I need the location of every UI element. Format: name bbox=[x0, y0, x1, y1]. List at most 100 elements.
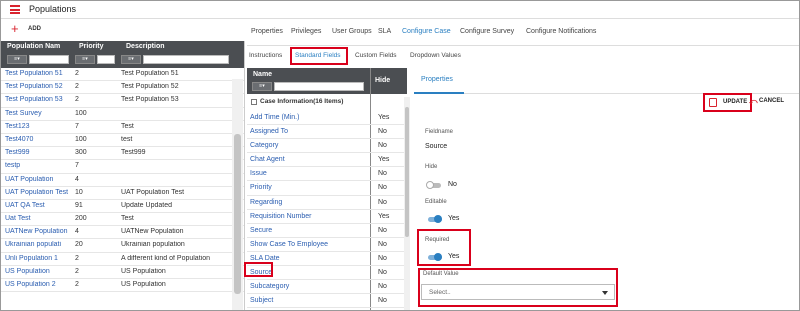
field-hide-cell: No bbox=[378, 240, 387, 248]
field-row[interactable]: Subcategory No bbox=[247, 280, 405, 295]
table-row[interactable]: Test999 300 Test999 bbox=[1, 147, 244, 161]
table-row[interactable]: Uat Test 200 Test bbox=[1, 213, 244, 227]
collapse-checkbox[interactable] bbox=[251, 99, 257, 105]
field-row[interactable]: Assigned To No bbox=[247, 125, 405, 140]
population-name-cell[interactable]: Test4070 bbox=[5, 136, 69, 143]
tab-configure-case[interactable]: Configure Case bbox=[402, 28, 451, 35]
tab-configure-notifications[interactable]: Configure Notifications bbox=[526, 28, 596, 35]
field-row[interactable]: Regarding No bbox=[247, 196, 405, 210]
tab-field-properties[interactable]: Properties bbox=[421, 76, 453, 83]
field-row[interactable]: Priority No bbox=[247, 181, 405, 196]
column-header-hide[interactable]: Hide bbox=[375, 77, 390, 84]
field-name-cell[interactable]: Regarding bbox=[250, 199, 282, 206]
field-row[interactable]: Issue No bbox=[247, 167, 405, 182]
population-name-cell[interactable]: Test999 bbox=[5, 149, 69, 156]
table-row[interactable]: testp 7 bbox=[1, 160, 244, 174]
field-name-cell[interactable]: Assigned To bbox=[250, 128, 288, 135]
population-name-cell[interactable]: testp bbox=[5, 162, 69, 169]
description-cell: UAT Population Test bbox=[121, 188, 185, 196]
population-name-cell[interactable]: Test Population 51 bbox=[5, 70, 69, 77]
filter-icon[interactable]: ≡▾ bbox=[121, 55, 141, 64]
population-name-cell[interactable]: UAT Population bbox=[5, 176, 69, 183]
population-name-cell[interactable]: UAT QA Test bbox=[5, 202, 69, 209]
table-row[interactable]: US Population 2 US Population bbox=[1, 266, 244, 279]
table-row[interactable]: Test Population 53 2 Test Population 53 bbox=[1, 94, 244, 108]
field-name-cell[interactable]: Add Time (Min.) bbox=[250, 114, 299, 121]
tab-user-groups[interactable]: User Groups bbox=[332, 28, 372, 35]
table-row[interactable]: UAT Population Test 10 UAT Population Test bbox=[1, 187, 244, 200]
scroll-thumb[interactable] bbox=[405, 107, 409, 237]
column-header-name[interactable]: Name bbox=[253, 71, 272, 78]
field-row[interactable]: Requisition Number Yes bbox=[247, 210, 405, 224]
population-name-cell[interactable]: US Population 2 bbox=[5, 281, 69, 288]
tab-properties[interactable]: Properties bbox=[251, 28, 283, 35]
field-row[interactable]: Category No bbox=[247, 139, 405, 154]
table-row[interactable]: Test Population 52 2 Test Population 52 bbox=[1, 81, 244, 95]
left-scrollbar[interactable] bbox=[232, 79, 243, 310]
field-row[interactable]: Chat Agent Yes bbox=[247, 153, 405, 168]
scroll-thumb[interactable] bbox=[234, 134, 241, 294]
field-name-cell[interactable]: Secure bbox=[250, 227, 272, 234]
population-table: Test Population 51 2 Test Population 51 Tes… bbox=[1, 68, 244, 293]
filter-input-field-name[interactable] bbox=[274, 82, 364, 91]
field-name-cell[interactable]: Subcategory bbox=[250, 283, 289, 290]
filter-icon[interactable]: ≡▾ bbox=[75, 55, 95, 64]
population-name-cell[interactable]: Unli Population 1 bbox=[5, 255, 69, 262]
add-button[interactable]: ADD bbox=[28, 26, 41, 32]
column-header-priority[interactable]: Priority bbox=[79, 43, 104, 50]
group-row[interactable]: Case Information(16 Items) bbox=[247, 97, 405, 108]
table-row[interactable]: Test Population 51 2 Test Population 51 bbox=[1, 68, 244, 82]
table-row[interactable]: Test Survey 100 bbox=[1, 108, 244, 121]
field-name-cell[interactable]: Priority bbox=[250, 184, 272, 191]
field-row[interactable]: Show Case To Employee No bbox=[247, 238, 405, 252]
table-row[interactable]: US Population 2 2 US Population bbox=[1, 279, 244, 293]
tab-sla[interactable]: SLA bbox=[378, 28, 391, 35]
subtab-dropdown-values[interactable]: Dropdown Values bbox=[410, 52, 461, 59]
column-header-name[interactable]: Population Nam bbox=[7, 43, 60, 50]
field-hide-cell: Yes bbox=[378, 114, 390, 121]
cancel-button[interactable]: ⤺ CANCEL bbox=[749, 97, 784, 106]
filter-icon[interactable]: ≡▾ bbox=[7, 55, 27, 64]
filter-input-description[interactable] bbox=[143, 55, 229, 64]
priority-cell: 2 bbox=[75, 281, 79, 288]
priority-cell: 91 bbox=[75, 201, 83, 209]
field-name-cell[interactable]: SLA Date bbox=[250, 255, 280, 262]
cancel-label: CANCEL bbox=[759, 98, 784, 104]
tab-privileges[interactable]: Privileges bbox=[291, 28, 321, 35]
field-row[interactable]: Secure No bbox=[247, 224, 405, 238]
subtab-custom-fields[interactable]: Custom Fields bbox=[355, 52, 397, 59]
table-row[interactable]: UAT Population 4 bbox=[1, 174, 244, 187]
subtab-instructions[interactable]: Instructions bbox=[249, 52, 282, 59]
filter-input-name[interactable] bbox=[29, 55, 69, 64]
population-name-cell[interactable]: Test Survey bbox=[5, 110, 69, 117]
table-row[interactable]: Ukrainian populati 20 Ukrainian population bbox=[1, 239, 244, 253]
table-row[interactable]: UAT QA Test 91 Update Updated bbox=[1, 200, 244, 214]
field-row[interactable]: Add Time (Min.) Yes bbox=[247, 111, 405, 126]
population-name-cell[interactable]: Test123 bbox=[5, 123, 69, 130]
menu-icon[interactable] bbox=[10, 5, 20, 14]
table-row[interactable]: UATNew Population 4 UATNew Population bbox=[1, 226, 244, 240]
table-row[interactable]: Test123 7 Test bbox=[1, 121, 244, 134]
population-name-cell[interactable]: UATNew Population bbox=[5, 228, 69, 235]
field-name-cell[interactable]: Category bbox=[250, 142, 278, 149]
table-row[interactable]: Unli Population 1 2 A different kind of Po… bbox=[1, 253, 244, 266]
table-row[interactable]: Test4070 100 test bbox=[1, 134, 244, 148]
field-name-cell[interactable]: Show Case To Employee bbox=[250, 241, 328, 248]
fields-scrollbar[interactable] bbox=[404, 97, 410, 310]
population-name-cell[interactable]: Ukrainian populati bbox=[5, 241, 69, 248]
column-header-description[interactable]: Description bbox=[126, 43, 165, 50]
plus-icon[interactable]: + bbox=[11, 22, 19, 35]
population-name-cell[interactable]: Uat Test bbox=[5, 215, 69, 222]
field-hide-cell: No bbox=[378, 283, 387, 291]
field-name-cell[interactable]: Chat Agent bbox=[250, 156, 285, 163]
population-name-cell[interactable]: US Population bbox=[5, 268, 69, 275]
tab-configure-survey[interactable]: Configure Survey bbox=[460, 28, 514, 35]
population-name-cell[interactable]: UAT Population Test bbox=[5, 189, 69, 196]
filter-icon[interactable]: ≡▾ bbox=[252, 82, 272, 91]
field-name-cell[interactable]: Issue bbox=[250, 170, 267, 177]
filter-input-priority[interactable] bbox=[97, 55, 115, 64]
field-name-cell[interactable]: Requisition Number bbox=[250, 213, 311, 220]
population-name-cell[interactable]: Test Population 53 bbox=[5, 96, 69, 103]
population-name-cell[interactable]: Test Population 52 bbox=[5, 83, 69, 90]
field-hide-cell: No bbox=[378, 128, 387, 136]
